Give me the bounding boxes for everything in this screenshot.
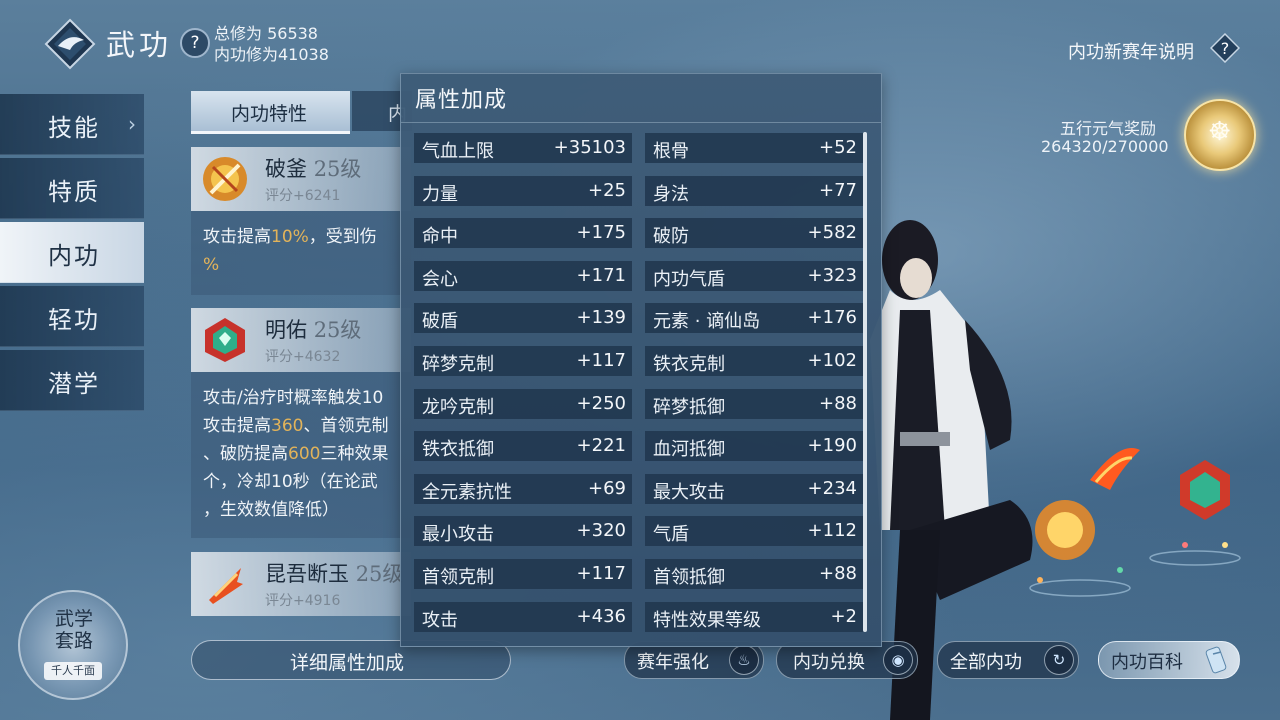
skill-name: 明佑 25级 [265,318,362,342]
skill-name: 破釜 25级 [265,157,362,181]
attr-row: 全元素抗性 +69 [414,474,632,504]
attr-row: 碎梦抵御 +88 [645,389,863,419]
attr-row: 身法 +77 [645,176,863,206]
attr-row: 首领克制 +117 [414,559,632,589]
sidebar-item-qianxue[interactable]: 潜学 [0,350,144,411]
tab-neigong-traits[interactable]: 内功特性 [191,91,350,134]
desc-line: 、破防提高600三种效果 [203,444,389,464]
skill-card-mingyou[interactable]: 明佑 25级 评分+4632 [191,308,411,372]
skill-description: 攻击/治疗时概率触发10 攻击提高360、首领克制 、破防提高600三种效果 个… [191,372,411,538]
desc-line: % [203,255,220,275]
attribute-bonus-popup: 属性加成 气血上限 +35103 力量 +25 命中 +175 会心 +171 破盾 +1… [400,73,882,647]
wugong-logo-icon [44,18,96,70]
inner-cultivation: 内功修为41038 [214,45,329,64]
desc-line: 个，冷却10秒（在论武 [203,472,378,492]
target-icon: ◉ [883,645,913,675]
attr-row: 特性效果等级 +2 [645,602,863,632]
flame-icon: ♨ [729,645,759,675]
popup-divider [401,122,881,123]
chevron-right-icon: › [128,112,136,136]
sidebar-item-label: 轻功 [48,306,100,334]
button-label: 详细属性加成 [290,652,405,674]
desc-line: 攻击提高10%，受到伤 [203,227,377,247]
mingyou-gem-icon [205,318,245,362]
wuxue-taolu-button[interactable]: 武学 套路 千人千面 [18,590,128,700]
pofu-gem-icon [203,157,247,201]
tab-label: 内功特性 [231,103,308,125]
attr-row: 命中 +175 [414,218,632,248]
attr-row: 破盾 +139 [414,303,632,333]
sidebar-item-traits[interactable]: 特质 [0,158,144,219]
attr-row: 攻击 +436 [414,602,632,632]
skill-card-pofu[interactable]: 破釜 25级 评分+6241 [191,147,411,211]
attr-row: 气血上限 +35103 [414,133,632,163]
skill-score: 评分+6241 [265,188,341,204]
svg-text:?: ? [1221,39,1230,58]
reward-progress-value: 264320/270000 [1041,137,1169,156]
swirl-icon: ↻ [1044,645,1074,675]
popup-title: 属性加成 [415,88,508,113]
help-icon[interactable]: ? [180,28,210,58]
attr-row: 力量 +25 [414,176,632,206]
attr-row: 气盾 +112 [645,516,863,546]
skill-card-kunwu[interactable]: 昆吾断玉 25级 评分+4916 [191,552,411,616]
attr-row: 内功气盾 +323 [645,261,863,291]
sidebar-item-label: 特质 [48,178,100,206]
attr-row: 破防 +582 [645,218,863,248]
attr-row: 碎梦克制 +117 [414,346,632,376]
skill-score: 评分+4916 [265,593,341,609]
scroll-icon [1205,646,1227,674]
attr-row: 最大攻击 +234 [645,474,863,504]
page-title: 武功 [106,28,173,62]
attr-row: 铁衣抵御 +221 [414,431,632,461]
sidebar-item-label: 潜学 [48,370,100,398]
skill-name: 昆吾断玉 25级 [265,562,404,586]
wuxue-tag: 千人千面 [44,662,102,680]
desc-line: 攻击提高360、首领克制 [203,416,389,436]
help-diamond-icon[interactable]: ? [1210,33,1240,63]
skill-score: 评分+4632 [265,349,341,365]
kunwu-gem-icon [209,568,243,604]
skill-description: 攻击提高10%，受到伤 % [191,211,411,295]
reward-label: 五行元气奖励 [1060,119,1157,138]
neigong-encyclopedia-button[interactable]: 内功百科 [1098,641,1240,679]
attr-row: 血河抵御 +190 [645,431,863,461]
sidebar-item-label: 技能 [48,114,100,142]
all-neigong-button[interactable]: 全部内功 ↻ [937,641,1079,679]
skill-orbs-decoration [1029,448,1241,597]
attr-row: 龙吟克制 +250 [414,389,632,419]
attr-row: 铁衣克制 +102 [645,346,863,376]
desc-line: 攻击/治疗时概率触发10 [203,388,384,408]
wuxue-label: 武学 套路 [54,608,93,652]
sidebar-item-label: 内功 [48,242,100,270]
meditation-medal-icon[interactable]: ☸ [1184,99,1256,171]
new-season-info-link[interactable]: 内功新赛年说明 [1068,38,1194,64]
attr-row: 最小攻击 +320 [414,516,632,546]
attr-row: 会心 +171 [414,261,632,291]
sidebar-item-skills[interactable]: 技能 › [0,94,144,155]
attr-row: 首领抵御 +88 [645,559,863,589]
attr-row: 根骨 +52 [645,133,863,163]
desc-line: ，生效数值降低） [203,500,339,520]
sidebar-item-qinggong[interactable]: 轻功 [0,286,144,347]
attr-row: 元素 · 谪仙岛 +176 [645,303,863,333]
sidebar-item-neigong[interactable]: 内功 [0,222,144,283]
popup-scrollbar[interactable] [863,132,867,632]
